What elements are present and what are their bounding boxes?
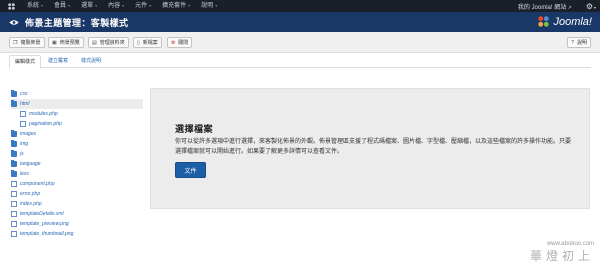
template-preview-button[interactable]: ▣ 佈景預覽 — [48, 37, 84, 48]
tree-item-label: css — [20, 91, 28, 97]
tree-folder-item[interactable]: css — [11, 89, 143, 99]
menu-components[interactable]: 元件 — [130, 0, 157, 12]
brand-wordmark: Joomla! — [553, 15, 592, 28]
joomla-logo-icon[interactable] — [0, 0, 22, 12]
copy-icon: ❐ — [13, 39, 18, 46]
menu-content[interactable]: 內容 — [103, 0, 130, 12]
menu-users[interactable]: 會員 — [49, 0, 76, 12]
menu-extensions[interactable]: 擴充套件 — [157, 0, 196, 12]
toolbar: ❐ 複製佈景 ▣ 佈景預覽 ▤ 管理資料夾 ▯ 新檔案 ⊗ 關閉 ? 說明 — [0, 32, 600, 53]
tree-file-item[interactable]: modules.php — [11, 109, 143, 119]
folder-icon — [11, 170, 17, 177]
tree-folder-item[interactable]: language — [11, 159, 143, 169]
help-button[interactable]: ? 說明 — [567, 37, 591, 48]
tree-item-label: templateDetails.xml — [20, 211, 64, 217]
menu-help[interactable]: 說明 — [196, 0, 223, 12]
watermark-text: 華燈初上 — [529, 249, 594, 263]
folder-icon — [11, 160, 17, 167]
manage-folders-label: 管理資料夾 — [99, 40, 125, 46]
manage-folders-button[interactable]: ▤ 管理資料夾 — [88, 37, 129, 48]
tree-folder-item[interactable]: images — [11, 129, 143, 139]
file-icon — [11, 231, 17, 237]
tree-item-label: js — [20, 151, 24, 157]
tab-edit-style[interactable]: 編輯樣式 — [9, 55, 42, 69]
page-title: 佈景主題管理：客製樣式 — [25, 17, 129, 28]
new-file-icon: ▯ — [137, 39, 140, 46]
site-link[interactable]: 我的 Joomla! 網站 — [518, 2, 572, 11]
gear-icon[interactable]: ⚙ — [586, 2, 596, 11]
tree-file-item[interactable]: component.php — [11, 179, 143, 189]
file-icon — [20, 111, 26, 117]
menu-system[interactable]: 系統 — [22, 0, 49, 12]
file-icon — [11, 191, 17, 197]
tree-item-label: pagination.php — [29, 121, 62, 127]
tree-folder-item[interactable]: html — [11, 99, 143, 109]
template-preview-label: 佈景預覽 — [59, 40, 80, 46]
file-icon — [11, 201, 17, 207]
folder-icon — [11, 130, 17, 137]
select-file-panel: 選擇檔案 你可以從許多選項中進行選擇，來客製化佈景的外觀。佈景管理區支援了程式碼… — [150, 88, 590, 209]
tree-item-label: component.php — [20, 181, 55, 187]
tree-item-label: img — [20, 141, 29, 147]
tree-item-label: images — [20, 131, 37, 137]
folder-icon: ▤ — [92, 39, 97, 46]
tree-item-label: error.php — [20, 191, 41, 197]
close-label: 關閉 — [178, 40, 189, 46]
tree-item-label: template_thumbnail.png — [20, 231, 74, 237]
new-file-label: 新檔案 — [142, 40, 158, 46]
tab-create-override[interactable]: 建立覆寫 — [43, 55, 73, 68]
folder-icon — [11, 100, 17, 107]
tree-item-label: html — [20, 101, 30, 107]
file-icon — [11, 181, 17, 187]
panel-heading: 選擇檔案 — [175, 124, 214, 134]
tab-bar: 編輯樣式 建立覆寫 樣式說明 — [9, 55, 591, 69]
help-label: 說明 — [576, 40, 587, 46]
help-icon: ? — [571, 39, 574, 46]
close-button[interactable]: ⊗ 關閉 — [167, 37, 193, 48]
preview-icon: ▣ — [52, 39, 57, 46]
folder-icon — [11, 150, 17, 157]
tree-file-item[interactable]: index.php — [11, 199, 143, 209]
panel-description: 你可以從許多選項中進行選擇，來客製化佈景的外觀。佈景管理區支援了程式碼檔案、圖片… — [175, 139, 572, 155]
tree-item-label: index.php — [20, 201, 42, 207]
close-icon: ⊗ — [171, 39, 176, 46]
folder-icon — [11, 140, 17, 147]
new-file-button[interactable]: ▯ 新檔案 — [133, 37, 162, 48]
tab-style-description[interactable]: 樣式說明 — [76, 55, 106, 68]
page-header: 佈景主題管理：客製樣式 Joomla! — [0, 12, 600, 32]
watermark: www.abokuo.com 華燈初上 — [530, 241, 594, 264]
tree-item-label: template_preview.png — [20, 221, 69, 227]
tree-folder-item[interactable]: img — [11, 139, 143, 149]
joomla-brand-icon — [538, 16, 550, 27]
copy-template-button[interactable]: ❐ 複製佈景 — [9, 37, 45, 48]
tree-item-label: language — [20, 161, 41, 167]
joomla-brand: Joomla! — [537, 15, 592, 28]
copy-template-label: 複製佈景 — [20, 40, 41, 46]
tree-item-label: modules.php — [29, 111, 58, 117]
eye-icon — [9, 17, 19, 27]
file-icon — [11, 211, 17, 217]
tree-file-item[interactable]: templateDetails.xml — [11, 209, 143, 219]
tree-folder-item[interactable]: less — [11, 169, 143, 179]
tree-file-item[interactable]: template_thumbnail.png — [11, 229, 143, 239]
folder-icon — [11, 90, 17, 97]
tree-folder-item[interactable]: js — [11, 149, 143, 159]
tree-file-item[interactable]: error.php — [11, 189, 143, 199]
tree-file-item[interactable]: pagination.php — [11, 119, 143, 129]
tree-file-item[interactable]: template_preview.png — [11, 219, 143, 229]
tree-item-label: less — [20, 171, 29, 177]
menu-menus[interactable]: 選單 — [76, 0, 103, 12]
documentation-button[interactable]: 文件 — [175, 162, 206, 178]
file-icon — [20, 121, 26, 127]
main-menu: 系統 會員 選單 內容 元件 擴充套件 說明 — [22, 0, 223, 12]
file-icon — [11, 221, 17, 227]
admin-menu-bar: 系統 會員 選單 內容 元件 擴充套件 說明 我的 Joomla! 網站 ⚙ — [0, 0, 600, 12]
